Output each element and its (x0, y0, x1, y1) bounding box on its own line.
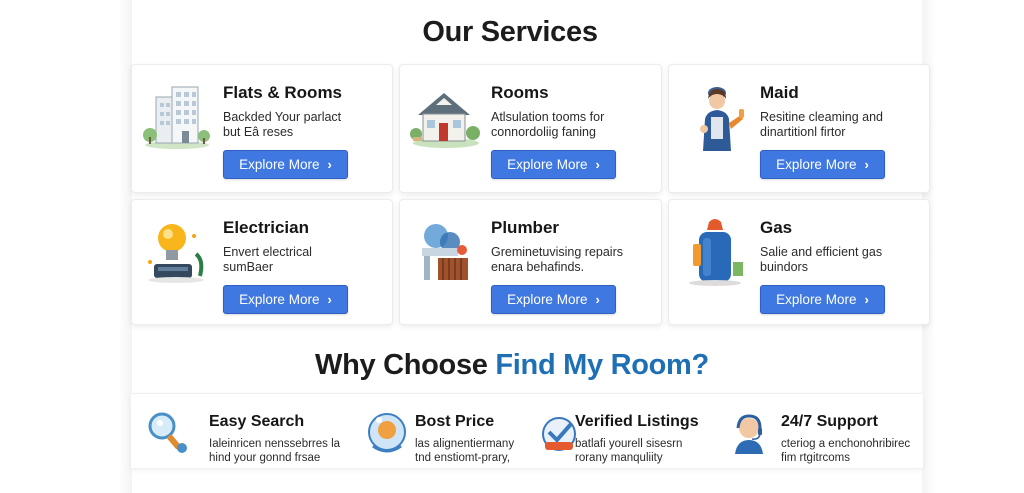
description-line: hind your gonnd frsae (209, 452, 321, 464)
feature-description: las alignentiermany tnd enstiomt-prary, (415, 437, 514, 465)
search-icon (148, 412, 187, 453)
feature-description: Ialeinricen nenssebrres la hind your gon… (209, 437, 340, 465)
service-title: Gas (760, 218, 793, 237)
description-line: Greminetuvising repairs (491, 245, 623, 259)
service-card-flats-rooms: Flats & Rooms Backded Your parlact but E… (131, 64, 393, 193)
description-line: cteriog a enchonohribirec (781, 438, 911, 450)
feature-verified-listings: Verified Listings batlafi yourell sisesr… (539, 394, 719, 470)
feature-title: Bost Price (415, 413, 495, 430)
service-description: Envert electrical sumBaer (223, 245, 388, 275)
description-line: dinartitionl firtor (760, 125, 846, 139)
service-card-electrician: Electrician Envert electrical sumBaer Ex… (131, 199, 393, 325)
description-line: las alignentiermany (415, 438, 515, 450)
feature-title: 24/7 Support (781, 413, 878, 430)
description-line: Ialeinricen nenssebrres la (209, 438, 341, 450)
chevron-right-icon: › (595, 157, 600, 172)
description-line: Backded Your parlact (223, 110, 342, 124)
chevron-right-icon: › (327, 157, 332, 172)
page-shadow-left (118, 0, 132, 493)
feature-description: cteriog a enchonohribirec fim rtgitrcoms (781, 437, 910, 465)
service-card-rooms: Rooms Atlsulation tooms for connordoliig… (399, 64, 662, 193)
apartment-building-icon (143, 86, 210, 149)
feature-easy-search: Easy Search Ialeinricen nenssebrres la h… (146, 394, 346, 470)
service-card-maid: Maid Resitine cleaming and dinartitionl … (668, 64, 930, 193)
explore-more-button[interactable]: Explore More › (760, 285, 885, 314)
description-line: connordoliig faning (491, 125, 596, 139)
button-label: Explore More (239, 292, 320, 307)
gas-cylinder-icon (689, 219, 743, 286)
plumbing-icon (422, 224, 468, 280)
chevron-right-icon: › (864, 292, 869, 307)
explore-more-button[interactable]: Explore More › (223, 150, 348, 179)
explore-more-button[interactable]: Explore More › (491, 150, 616, 179)
service-description: Greminetuvising repairs enara behafinds. (491, 245, 656, 275)
house-icon (410, 93, 480, 148)
service-description: Atlsulation tooms for connordoliig fanin… (491, 110, 656, 140)
service-title: Rooms (491, 83, 549, 102)
service-description: Salie and efficient gas buindors (760, 245, 925, 275)
service-card-gas: Gas Salie and efficient gas buindors Exp… (668, 199, 930, 325)
service-description: Backded Your parlact but Eâ reses (223, 110, 388, 140)
feature-title: Easy Search (209, 413, 305, 430)
services-section-title: Our Services (422, 16, 598, 48)
description-line: buindors (760, 260, 808, 274)
why-title-prefix: Why Choose (315, 349, 496, 381)
description-line: fim rtgitrcoms (781, 452, 850, 464)
explore-more-button[interactable]: Explore More › (760, 150, 885, 179)
description-line: Atlsulation tooms for (491, 110, 605, 124)
support-agent-icon (735, 414, 763, 454)
description-line: Resitine cleaming and (760, 110, 883, 124)
chevron-right-icon: › (864, 157, 869, 172)
feature-title: Verified Listings (575, 413, 699, 430)
explore-more-button[interactable]: Explore More › (491, 285, 616, 314)
feature-best-price: Bost Price las alignentiermany tnd ensti… (365, 394, 535, 470)
features-strip: Easy Search Ialeinricen nenssebrres la h… (131, 393, 923, 469)
maid-icon (700, 87, 744, 151)
button-label: Explore More (507, 157, 588, 172)
brand-name: Find My Room? (495, 349, 709, 381)
description-line: rorany manquliity (575, 452, 663, 464)
description-line: but Eâ reses (223, 125, 294, 139)
service-title: Plumber (491, 218, 560, 237)
why-choose-title: Why Choose Find My Room? (0, 349, 1024, 382)
price-tag-icon (368, 413, 406, 453)
service-title: Flats & Rooms (223, 83, 343, 102)
service-title: Maid (760, 83, 799, 102)
service-card-plumber: Plumber Greminetuvising repairs enara be… (399, 199, 662, 325)
description-line: tnd enstiomt-prary, (415, 452, 511, 464)
chevron-right-icon: › (595, 292, 600, 307)
feature-support: 24/7 Support cteriog a enchonohribirec f… (729, 394, 910, 470)
description-line: Salie and efficient gas (760, 245, 883, 259)
description-line: sumBaer (223, 260, 274, 274)
description-line: Envert electrical (223, 245, 312, 259)
explore-more-button[interactable]: Explore More › (223, 285, 348, 314)
service-description: Resitine cleaming and dinartitionl firto… (760, 110, 925, 140)
service-title: Electrician (223, 218, 309, 237)
chevron-right-icon: › (327, 292, 332, 307)
button-label: Explore More (239, 157, 320, 172)
button-label: Explore More (776, 157, 857, 172)
description-line: enara behafinds. (491, 260, 585, 274)
button-label: Explore More (776, 292, 857, 307)
services-grid: Flats & Rooms Backded Your parlact but E… (131, 64, 930, 325)
feature-description: batlafi yourell sisesrn rorany manquliit… (575, 437, 682, 465)
button-label: Explore More (507, 292, 588, 307)
lightbulb-icon (148, 224, 204, 283)
description-line: batlafi yourell sisesrn (575, 438, 683, 450)
